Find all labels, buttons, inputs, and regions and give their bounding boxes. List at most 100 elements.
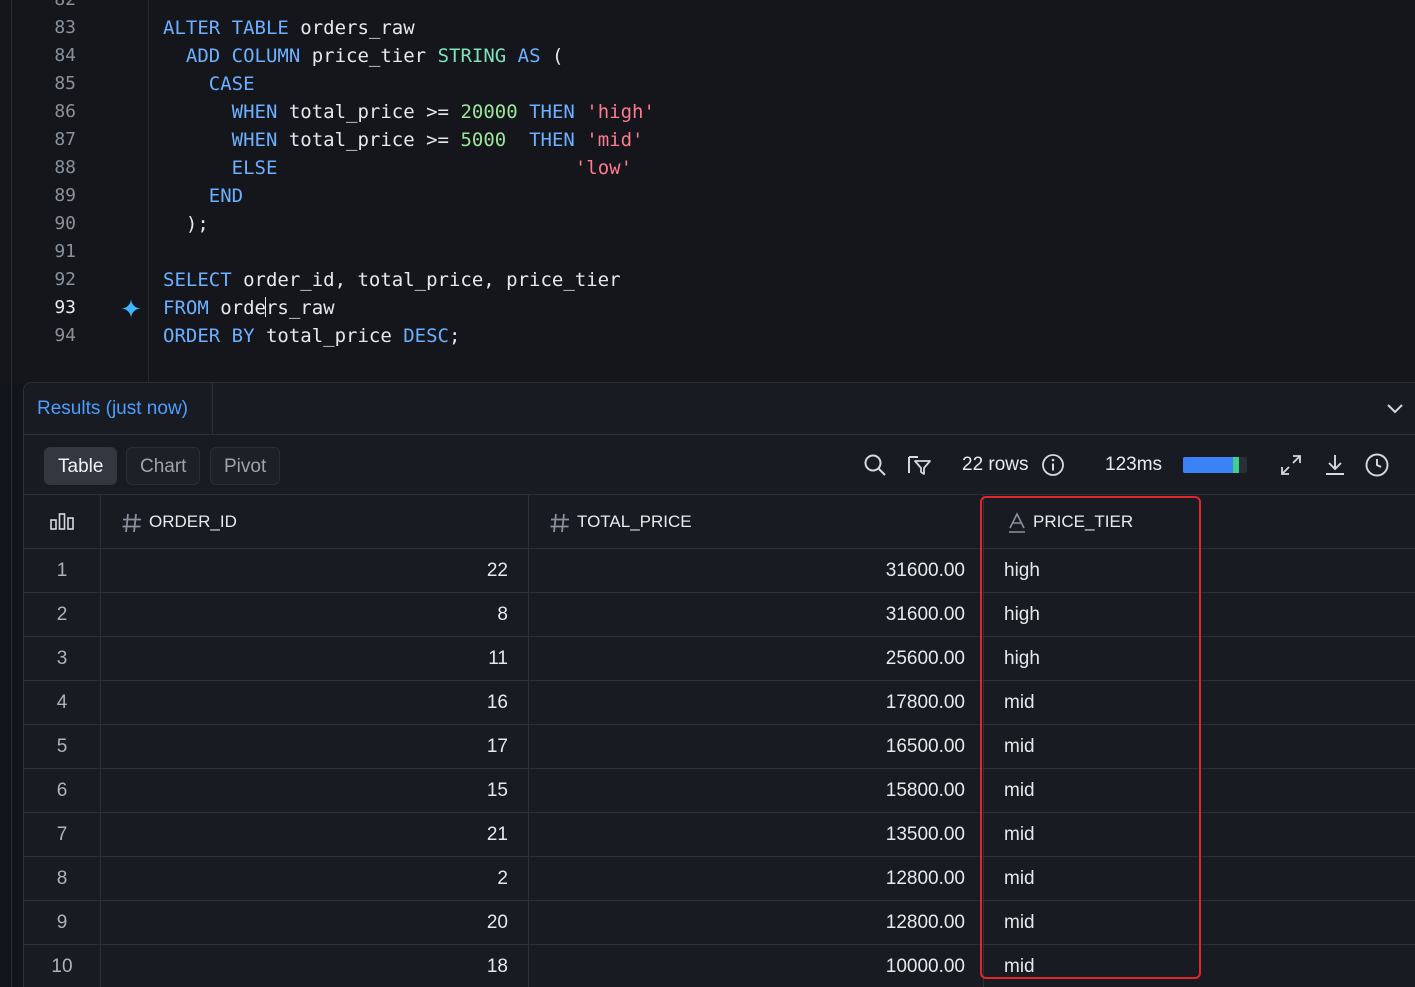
total-price-cell[interactable]: 31600.00 (529, 549, 965, 593)
order-id-cell[interactable]: 2 (101, 857, 508, 901)
row-index[interactable]: 5 (24, 725, 100, 769)
code-line[interactable]: 85 CASE (0, 70, 1415, 98)
code-text[interactable]: WHEN total_price >= 5000 THEN 'mid' (163, 126, 644, 154)
column-header-total-price[interactable]: TOTAL_PRICE (549, 495, 692, 549)
code-token: ALTER TABLE (163, 17, 301, 39)
total-price-cell[interactable]: 15800.00 (529, 769, 965, 813)
code-text[interactable]: SELECT order_id, total_price, price_tier (163, 266, 621, 294)
table-row[interactable]: 8 2 12800.00 mid (24, 857, 1415, 901)
row-index[interactable]: 8 (24, 857, 100, 901)
table-row[interactable]: 2 8 31600.00 high (24, 593, 1415, 637)
code-line[interactable]: 88 ELSE 'low' (0, 154, 1415, 182)
view-pivot-button[interactable]: Pivot (210, 447, 281, 485)
row-index[interactable]: 10 (24, 945, 100, 987)
ai-sparkle-icon[interactable]: ✦ (119, 296, 143, 322)
table-row[interactable]: 4 16 17800.00 mid (24, 681, 1415, 725)
total-price-cell[interactable]: 13500.00 (529, 813, 965, 857)
row-index[interactable]: 6 (24, 769, 100, 813)
row-index[interactable]: 3 (24, 637, 100, 681)
table-row[interactable]: 10 18 10000.00 mid (24, 945, 1415, 987)
order-id-cell[interactable]: 15 (101, 769, 508, 813)
code-text[interactable]: FROM orders_raw (163, 294, 335, 322)
code-token: 5000 (460, 129, 530, 151)
table-row[interactable]: 6 15 15800.00 mid (24, 769, 1415, 813)
column-stats-icon[interactable] (50, 511, 74, 531)
order-id-cell[interactable]: 20 (101, 901, 508, 945)
price-tier-cell[interactable]: mid (1004, 769, 1204, 813)
price-tier-cell[interactable]: mid (1004, 681, 1204, 725)
row-index[interactable]: 9 (24, 901, 100, 945)
filter-icon[interactable] (906, 452, 932, 478)
code-editor[interactable]: 8283ALTER TABLE orders_raw84 ADD COLUMN … (0, 0, 1415, 383)
search-icon[interactable] (862, 452, 888, 478)
code-line[interactable]: 83 ALTER TABLE orders_raw (0, 14, 1415, 42)
line-number: 82 (40, 0, 76, 14)
code-text[interactable]: END (163, 182, 243, 210)
total-price-cell[interactable]: 17800.00 (529, 681, 965, 725)
view-chart-button[interactable]: Chart (126, 447, 201, 485)
price-tier-cell[interactable]: mid (1004, 945, 1204, 987)
code-line[interactable]: 87 WHEN total_price >= 5000 THEN 'mid' (0, 126, 1415, 154)
total-price-cell[interactable]: 10000.00 (529, 945, 965, 987)
table-row[interactable]: 7 21 13500.00 mid (24, 813, 1415, 857)
order-id-cell[interactable]: 11 (101, 637, 508, 681)
table-row[interactable]: 1 22 31600.00 high (24, 549, 1415, 593)
total-price-cell[interactable]: 12800.00 (529, 901, 965, 945)
code-text[interactable]: ); (163, 210, 209, 238)
column-header-order-id[interactable]: ORDER_ID (121, 495, 237, 549)
price-tier-cell[interactable]: high (1004, 549, 1204, 593)
code-line[interactable]: 82 (0, 0, 1415, 14)
price-tier-cell[interactable]: mid (1004, 857, 1204, 901)
column-label: TOTAL_PRICE (577, 512, 692, 531)
code-line[interactable]: 94 ORDER BY total_price DESC; (0, 322, 1415, 350)
order-id-cell[interactable]: 21 (101, 813, 508, 857)
history-icon[interactable] (1364, 452, 1390, 478)
line-number: 89 (54, 185, 76, 206)
table-row[interactable]: 5 17 16500.00 mid (24, 725, 1415, 769)
code-line[interactable]: 91 (0, 238, 1415, 266)
code-text[interactable]: WHEN total_price >= 20000 THEN 'high' (163, 98, 655, 126)
price-tier-cell[interactable]: mid (1004, 725, 1204, 769)
order-id-cell[interactable]: 17 (101, 725, 508, 769)
code-line[interactable]: 93 FROM orders_raw (0, 294, 1415, 322)
code-text[interactable]: ORDER BY total_price DESC; (163, 322, 460, 350)
code-line[interactable]: 92 SELECT order_id, total_price, price_ti… (0, 266, 1415, 294)
code-token: CASE (208, 73, 255, 95)
view-table-button[interactable]: Table (44, 447, 118, 485)
total-price-cell[interactable]: 16500.00 (529, 725, 965, 769)
code-text[interactable]: ADD COLUMN price_tier STRING AS ( (163, 42, 564, 70)
download-icon[interactable] (1322, 452, 1348, 478)
code-line[interactable]: 89 END (0, 182, 1415, 210)
price-tier-cell[interactable]: mid (1004, 901, 1204, 945)
total-price-cell[interactable]: 31600.00 (529, 593, 965, 637)
table-row[interactable]: 9 20 12800.00 mid (24, 901, 1415, 945)
row-index[interactable]: 4 (24, 681, 100, 725)
price-tier-cell[interactable]: high (1004, 637, 1204, 681)
total-price-cell[interactable]: 25600.00 (529, 637, 965, 681)
code-text[interactable]: CASE (163, 70, 255, 98)
row-index[interactable]: 7 (24, 813, 100, 857)
code-text[interactable]: ALTER TABLE orders_raw (163, 14, 415, 42)
chevron-down-icon[interactable] (1386, 401, 1404, 415)
code-token: ( (551, 45, 564, 67)
column-header-price-tier[interactable]: PRICE_TIER (1007, 495, 1133, 549)
total-price-cell[interactable]: 12800.00 (529, 857, 965, 901)
price-tier-cell[interactable]: high (1004, 593, 1204, 637)
code-text[interactable]: ELSE 'low' (163, 154, 632, 182)
table-row[interactable]: 3 11 25600.00 high (24, 637, 1415, 681)
row-index[interactable]: 2 (24, 593, 100, 637)
code-token: total_price >= (288, 129, 461, 151)
results-tab[interactable]: Results (just now) (24, 383, 213, 435)
order-id-cell[interactable]: 18 (101, 945, 508, 987)
code-line[interactable]: 90 ); (0, 210, 1415, 238)
expand-icon[interactable] (1278, 452, 1304, 478)
row-index[interactable]: 1 (24, 549, 100, 593)
code-line[interactable]: 86 WHEN total_price >= 20000 THEN 'high' (0, 98, 1415, 126)
code-line[interactable]: 84 ADD COLUMN price_tier STRING AS ( (0, 42, 1415, 70)
info-icon[interactable] (1040, 452, 1066, 478)
left-divider (11, 0, 12, 987)
order-id-cell[interactable]: 8 (101, 593, 508, 637)
order-id-cell[interactable]: 22 (101, 549, 508, 593)
order-id-cell[interactable]: 16 (101, 681, 508, 725)
price-tier-cell[interactable]: mid (1004, 813, 1204, 857)
